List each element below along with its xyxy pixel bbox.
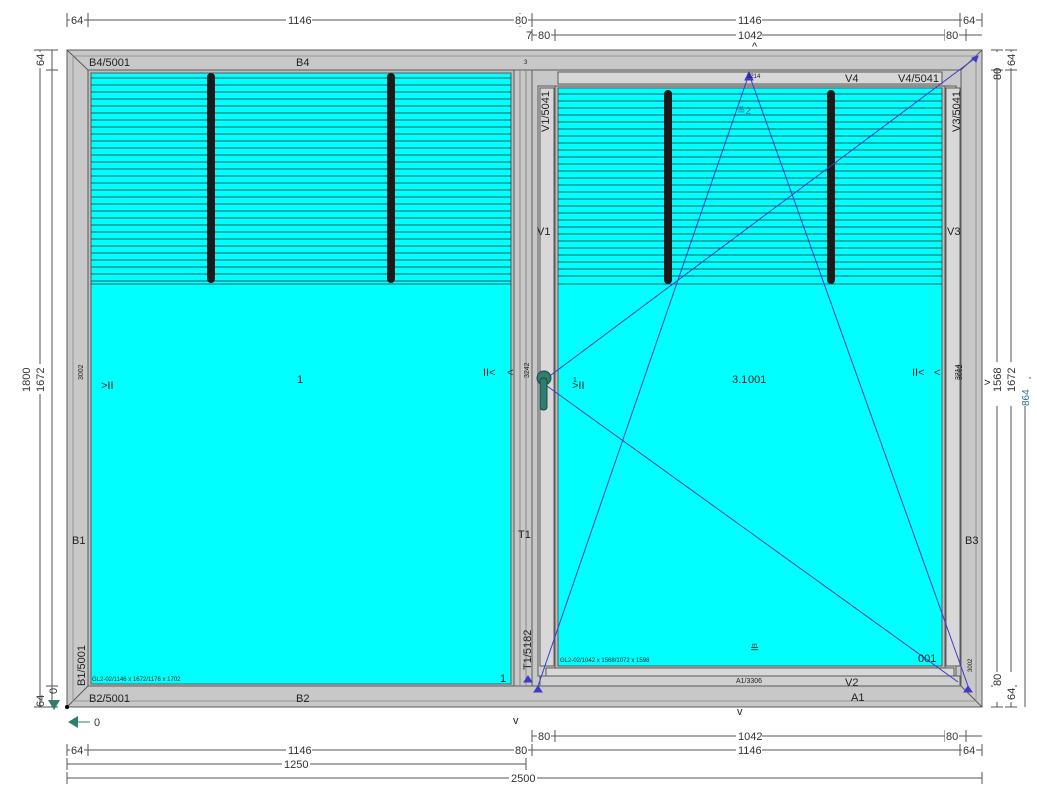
sash-left-label: V1: [537, 226, 550, 238]
left-pane-number: 1: [297, 374, 303, 386]
origin-x-value: 0: [94, 717, 100, 729]
dim-bottom-left-frame: 64: [71, 745, 83, 757]
dim-top-seven: 7: [526, 30, 532, 42]
dim-bottom-mullion: 80: [515, 745, 527, 757]
dim-sash-left: 80: [538, 30, 550, 42]
dim-left-total: 1800: [21, 368, 33, 392]
bottom-caret-sash: v: [737, 706, 743, 718]
dim-bottom-sash-width: 1042: [738, 731, 762, 743]
dim-top-right-frame: 64: [963, 15, 975, 27]
sash-caret: <: [934, 367, 940, 379]
sash-bottom-marker: ≞: [750, 643, 759, 655]
dim-bottom-sash-left: 80: [538, 731, 550, 743]
dim-right-mid-outer: 1672: [1006, 368, 1018, 392]
window-drawing: 64 1146 80 1146 64 7 80 1042 80 80 1042 …: [20, 13, 1032, 785]
dim-left-mid: 1672: [35, 368, 47, 392]
sash-bottom-code: A1/3306: [736, 678, 762, 685]
dim-right-bottom-inner: 80: [992, 674, 1004, 686]
dim-right-bottom-outer: 64: [1006, 688, 1018, 700]
sash-bottom-label: V2: [845, 677, 858, 689]
mullion-code: T1/5182: [522, 630, 534, 670]
sash-handle-mark: 1: [573, 377, 577, 384]
dim-top-mullion: 80: [515, 15, 527, 27]
dim-right-handle-height: 864: [1021, 389, 1032, 406]
sash-right-num: 3214: [955, 364, 962, 380]
dim-right-top-inner: 80: [992, 68, 1004, 80]
dim-bottom-right-frame: 64: [963, 745, 975, 757]
dim-top-left-width: 1146: [288, 15, 312, 27]
dim-right-top-outer: 64: [1006, 54, 1018, 66]
frame-bottom-code: B2/5001: [89, 693, 130, 705]
sash-pane-number: 3.1: [732, 374, 747, 386]
dim-left-top: 64: [35, 54, 47, 66]
dim-bottom-half: 1250: [284, 759, 308, 771]
left-blind-cord-2: [387, 73, 395, 283]
frame-top-code: B4/5001: [89, 57, 130, 69]
right-blind-cord-2: [827, 90, 835, 284]
bottom-caret-mullion: v: [513, 715, 519, 727]
left-glass-spec: GL2-02/1146 x 1672/1176 x 1702: [92, 677, 181, 683]
sash-corner-number: 001: [918, 653, 936, 665]
sash-arrow-right: II<: [912, 367, 925, 379]
right-caret: >: [984, 377, 990, 389]
left-blind-cord-1: [207, 73, 215, 283]
origin-y-arrow-icon: [48, 700, 60, 710]
left-pane-corner-number: 1: [500, 673, 506, 685]
dim-top-left-frame: 64: [71, 15, 83, 27]
dim-bottom-total: 2500: [511, 773, 535, 785]
dim-bottom-right-width: 1146: [738, 745, 762, 757]
frame-left-label: B1: [72, 535, 85, 547]
dim-right-mid-inner: 1568: [992, 368, 1004, 392]
sash-top-code: V4/5041: [898, 73, 939, 85]
mullion-label: T1: [518, 529, 531, 541]
sash-right-label: V3: [947, 226, 960, 238]
sash-top-marker: ≚2: [737, 105, 751, 117]
top-caret: ^: [752, 41, 758, 53]
left-pane-caret: <: [507, 367, 513, 379]
right-blind-cord-1: [664, 90, 672, 284]
sash-top-label: V4: [845, 73, 858, 85]
dim-sash-right: 80: [946, 30, 958, 42]
sash-left-code: V1/5041: [540, 91, 552, 132]
frame-right-label: B3: [965, 535, 978, 547]
frame-left-code: B1/5001: [76, 645, 88, 686]
sash-right-bottom-code: 3002: [968, 658, 974, 672]
sash-glass-spec: GL2-02/1042 x 1568/1072 x 1598: [560, 658, 650, 664]
sash-bottom-rail: [545, 667, 955, 677]
frame-left-num: 3002: [78, 364, 85, 380]
dim-left-bottom: 64: [35, 695, 47, 707]
sash-pane-number-alt: 001: [748, 374, 766, 386]
dim-bottom-left-width: 1146: [288, 745, 312, 757]
dim-sash-width: 1042: [738, 30, 762, 42]
dim-bottom-sash-right: 80: [946, 731, 958, 743]
sash-top-num: 3214: [747, 74, 761, 80]
mullion-num: 3242: [524, 362, 531, 378]
dim-top-right-width: 1146: [738, 15, 762, 27]
left-pane-arrow-left: >II: [101, 380, 114, 392]
origin-x-arrow-icon: [68, 716, 78, 728]
sash-right-code: V3/5041: [951, 91, 963, 132]
frame-top-label: B4: [296, 57, 309, 69]
frame-bottom-label: B2: [296, 693, 309, 705]
sash-sill-label: A1: [851, 692, 864, 704]
origin-y-value: 0: [48, 688, 60, 694]
left-pane-arrow-right: II<: [483, 367, 496, 379]
